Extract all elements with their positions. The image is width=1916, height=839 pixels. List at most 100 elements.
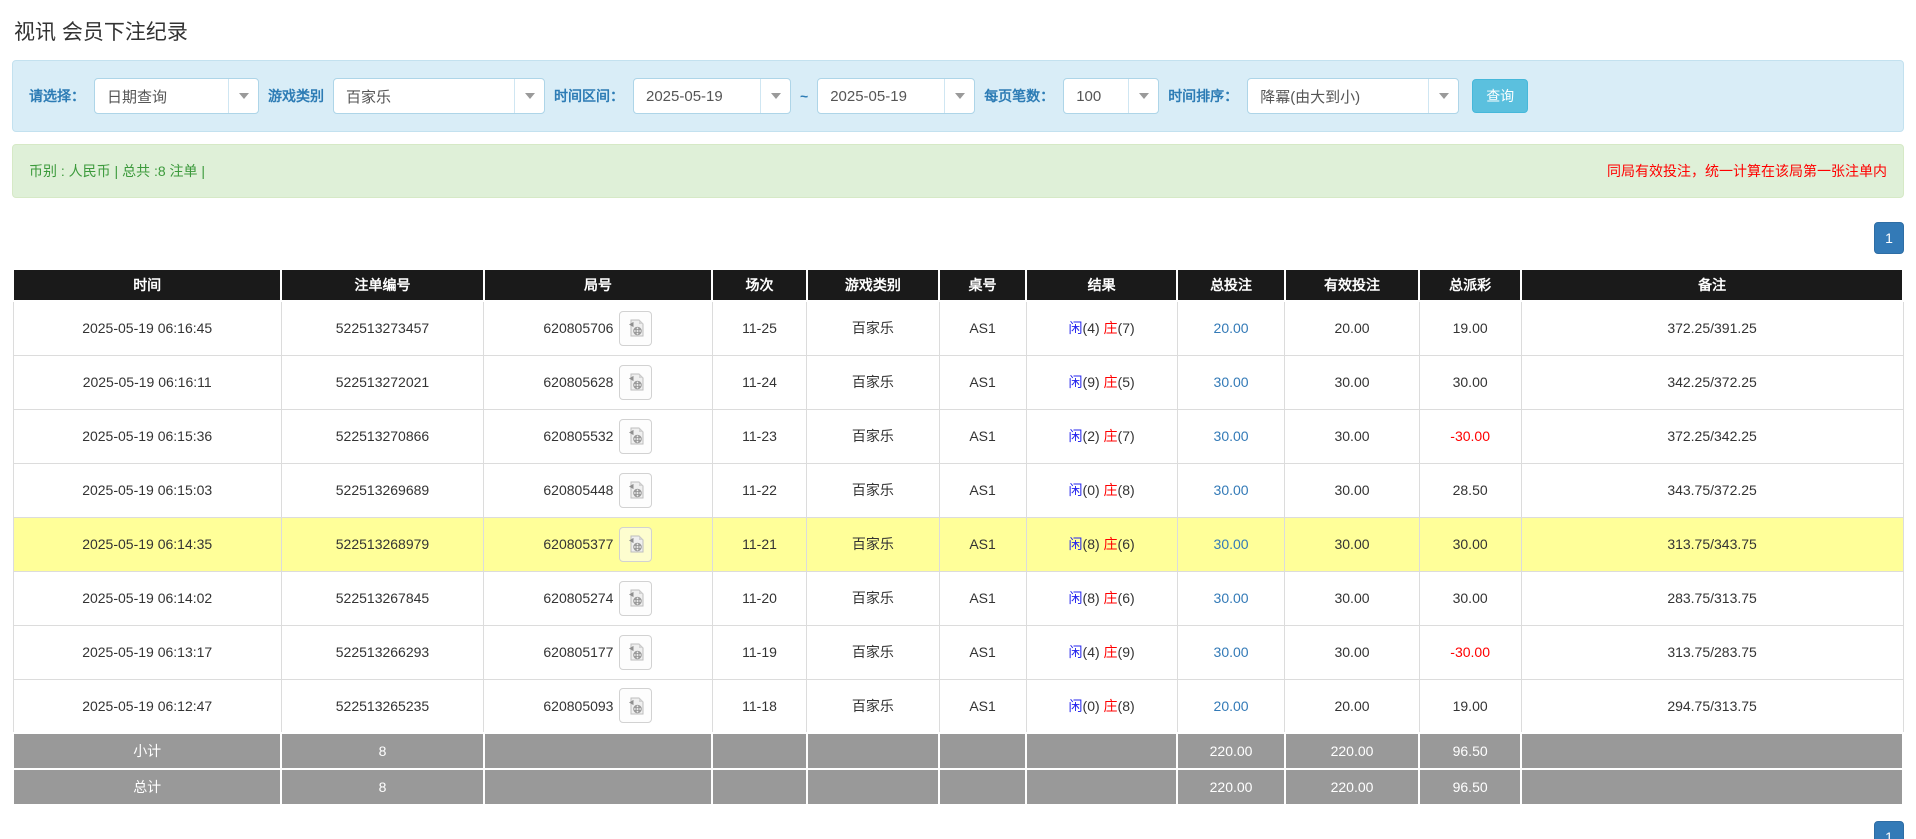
video-replay-button[interactable] xyxy=(619,634,653,670)
total-bet-link[interactable]: 30.00 xyxy=(1214,536,1249,552)
game-category-select[interactable]: 百家乐 xyxy=(333,78,545,114)
cell-bet-id: 522513265235 xyxy=(280,678,485,734)
table-row: 2025-05-19 06:15:36 522513270866 6208055… xyxy=(12,408,1904,464)
chevron-down-icon xyxy=(760,79,790,113)
cell-remark: 283.75/313.75 xyxy=(1520,570,1904,626)
column-header-game: 游戏类别 xyxy=(805,268,941,302)
chevron-down-icon xyxy=(1128,79,1158,113)
total-bet-link[interactable]: 30.00 xyxy=(1214,590,1249,606)
cell-game: 百家乐 xyxy=(806,300,940,356)
result-player-label: 闲 xyxy=(1068,482,1083,498)
bet-records-table: 时间 注单编号 局号 场次 游戏类别 桌号 结果 总投注 有效投注 总派彩 备注… xyxy=(11,268,1904,806)
cell-time: 2025-05-19 06:15:36 xyxy=(12,408,282,464)
table-row: 2025-05-19 06:14:35 522513268979 6208053… xyxy=(12,516,1904,572)
total-bet-link[interactable]: 30.00 xyxy=(1214,374,1249,390)
chevron-down-icon xyxy=(1428,79,1458,113)
total-bet-link[interactable]: 30.00 xyxy=(1214,644,1249,660)
query-type-select[interactable]: 日期查询 xyxy=(94,78,259,114)
time-sort-label: 时间排序： xyxy=(1168,88,1239,104)
header-row: 时间 注单编号 局号 场次 游戏类别 桌号 结果 总投注 有效投注 总派彩 备注 xyxy=(11,268,1904,302)
cell-round: 620805628 xyxy=(543,374,614,390)
date-from-value: 2025-05-19 xyxy=(646,87,723,105)
search-button[interactable]: 查询 xyxy=(1472,79,1529,113)
subtotal-count: 8 xyxy=(280,732,485,770)
video-replay-button[interactable] xyxy=(619,310,653,346)
cell-valid-bet: 20.00 xyxy=(1284,678,1420,734)
result-player-label: 闲 xyxy=(1068,320,1083,337)
cell-table: AS1 xyxy=(938,300,1027,356)
cell-time: 2025-05-19 06:14:35 xyxy=(12,516,282,572)
total-bet-link[interactable]: 20.00 xyxy=(1214,320,1249,336)
video-replay-button[interactable] xyxy=(619,418,653,454)
result-player-num: (8) xyxy=(1082,590,1100,606)
result-player-num: (0) xyxy=(1082,697,1100,714)
cell-remark: 294.75/313.75 xyxy=(1520,678,1904,734)
page-size-select[interactable]: 100 xyxy=(1063,78,1160,114)
result-player-num: (8) xyxy=(1082,536,1100,552)
chevron-down-icon xyxy=(228,79,258,113)
page-root: 视讯 会员下注纪录 请选择： 日期查询 游戏类别 百家乐 时间区间： 2025-… xyxy=(0,0,1916,839)
result-banker-num: (6) xyxy=(1117,590,1135,606)
total-bet-link[interactable]: 30.00 xyxy=(1214,482,1249,498)
cell-bet-id: 522513272021 xyxy=(280,354,485,410)
result-banker-label: 庄 xyxy=(1103,482,1118,498)
cell-remark: 342.25/372.25 xyxy=(1520,354,1904,410)
cell-remark: 313.75/343.75 xyxy=(1520,516,1904,572)
total-label: 总计 xyxy=(11,768,283,806)
date-from-select[interactable]: 2025-05-19 xyxy=(633,78,791,114)
page-1-button[interactable]: 1 xyxy=(1874,821,1904,839)
column-header-total-bet: 总投注 xyxy=(1176,268,1286,302)
cell-remark: 372.25/391.25 xyxy=(1520,300,1904,356)
result-player-label: 闲 xyxy=(1068,536,1083,552)
total-count: 8 xyxy=(280,768,485,806)
cell-session: 11-25 xyxy=(711,300,808,356)
game-category-value: 百家乐 xyxy=(346,88,392,106)
result-banker-num: (8) xyxy=(1117,482,1135,498)
valid-bet-notice-text: 同局有效投注，统一计算在该局第一张注单内 xyxy=(1607,163,1887,179)
cell-payout: -30.00 xyxy=(1418,408,1522,464)
cell-result: 闲(2) 庄(7) xyxy=(1025,408,1178,464)
cell-payout: 19.00 xyxy=(1418,678,1522,734)
total-bet-link[interactable]: 20.00 xyxy=(1214,698,1249,714)
cell-session: 11-19 xyxy=(711,624,808,680)
filter-panel: 请选择： 日期查询 游戏类别 百家乐 时间区间： 2025-05-19 ~ 20… xyxy=(12,60,1904,132)
cell-session: 11-18 xyxy=(711,678,808,734)
page-title: 视讯 会员下注纪录 xyxy=(14,21,188,44)
date-to-select[interactable]: 2025-05-19 xyxy=(817,78,976,114)
page-1-button[interactable]: 1 xyxy=(1874,222,1904,254)
film-icon xyxy=(628,373,644,391)
result-banker-label: 庄 xyxy=(1103,320,1118,337)
video-replay-button[interactable] xyxy=(619,526,653,562)
cell-table: AS1 xyxy=(938,516,1027,572)
cell-round: 620805377 xyxy=(543,536,614,552)
cell-payout: 30.00 xyxy=(1418,354,1522,410)
result-player-label: 闲 xyxy=(1068,644,1083,660)
result-banker-num: (5) xyxy=(1117,374,1135,390)
cell-valid-bet: 30.00 xyxy=(1284,570,1420,626)
video-replay-button[interactable] xyxy=(619,688,653,724)
page-size-value: 100 xyxy=(1076,87,1102,105)
cell-valid-bet: 30.00 xyxy=(1284,624,1420,680)
summary-bar: 币别 : 人民币 | 总共 :8 注单 | 同局有效投注，统一计算在该局第一张注… xyxy=(12,144,1904,198)
table-row: 2025-05-19 06:12:47 522513265235 6208050… xyxy=(12,678,1904,734)
film-icon xyxy=(628,535,644,553)
column-header-round: 局号 xyxy=(482,268,714,302)
table-row: 2025-05-19 06:16:11 522513272021 6208056… xyxy=(12,354,1904,410)
result-banker-num: (6) xyxy=(1117,536,1135,552)
cell-payout: 30.00 xyxy=(1418,570,1522,626)
time-sort-select[interactable]: 降冪(由大到小) xyxy=(1247,78,1460,114)
cell-remark: 343.75/372.25 xyxy=(1520,462,1904,518)
video-replay-button[interactable] xyxy=(619,472,653,508)
cell-table: AS1 xyxy=(938,570,1027,626)
cell-time: 2025-05-19 06:13:17 xyxy=(12,624,282,680)
video-replay-button[interactable] xyxy=(619,580,653,616)
film-icon xyxy=(628,427,644,445)
cell-game: 百家乐 xyxy=(806,516,940,572)
video-replay-button[interactable] xyxy=(619,364,653,400)
column-header-table: 桌号 xyxy=(938,268,1028,302)
query-type-label: 请选择： xyxy=(29,88,85,104)
total-bet-link[interactable]: 30.00 xyxy=(1214,428,1249,444)
film-icon xyxy=(628,589,644,607)
result-player-label: 闲 xyxy=(1068,374,1083,390)
cell-game: 百家乐 xyxy=(806,570,940,626)
